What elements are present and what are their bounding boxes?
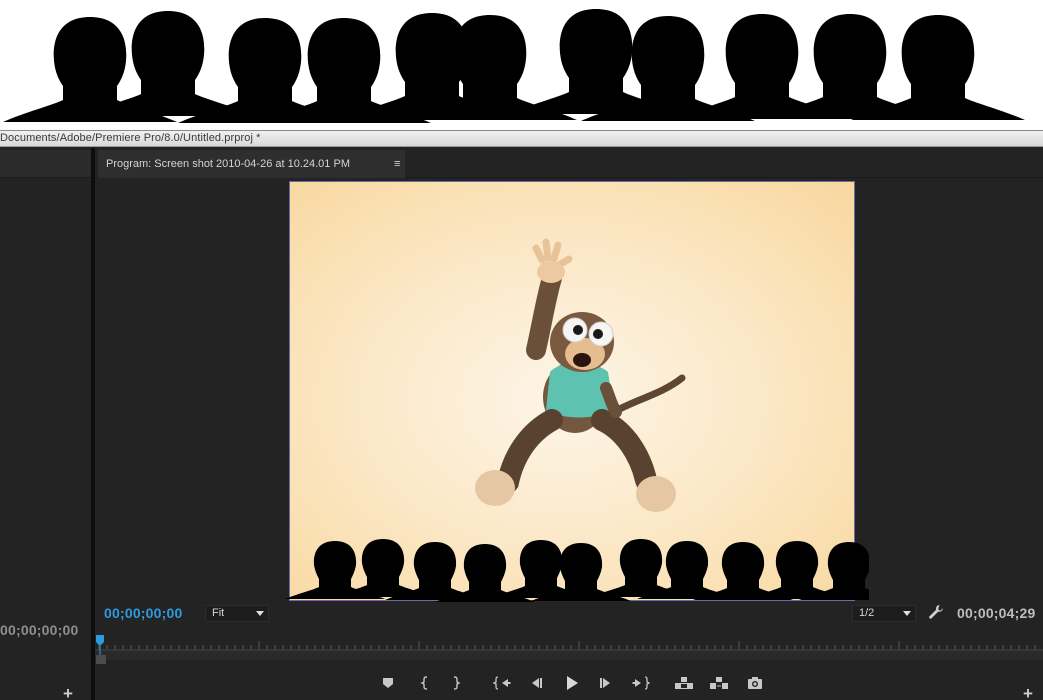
zoom-level-value: Fit — [212, 607, 225, 619]
window-title: Documents/Adobe/Premiere Pro/8.0/Untitle… — [0, 132, 261, 144]
program-tab-bar: Program: Screen shot 2010-04-26 at 10.24… — [95, 150, 1043, 178]
step-back-button[interactable] — [523, 668, 549, 698]
add-marker-icon — [383, 678, 393, 688]
playhead-handle[interactable] — [96, 635, 106, 671]
lift-button[interactable] — [671, 668, 697, 698]
tab-program-label: Program: Screen shot 2010-04-26 at 10.24… — [106, 158, 350, 170]
mark-out-icon — [453, 676, 461, 690]
step-back-icon — [532, 678, 542, 688]
source-add-button[interactable]: + — [63, 685, 73, 700]
source-timecode[interactable]: 00;00;00;00 — [0, 622, 78, 638]
export-frame-button[interactable] — [742, 668, 768, 698]
extract-button[interactable] — [706, 668, 732, 698]
source-panel[interactable]: 00;00;00;00 + — [0, 148, 91, 700]
mark-out-button[interactable] — [443, 668, 469, 698]
program-monitor: Program: Screen shot 2010-04-26 at 10.24… — [95, 148, 1043, 700]
go-to-in-icon — [493, 676, 511, 690]
add-marker-button[interactable] — [375, 668, 401, 698]
tab-program[interactable]: Program: Screen shot 2010-04-26 at 10.24… — [98, 150, 405, 178]
button-editor-add-button[interactable]: + — [1023, 685, 1033, 700]
program-duration-timecode: 00;00;04;29 — [957, 605, 1036, 621]
playback-resolution-select[interactable]: 1/2 — [852, 605, 916, 622]
step-forward-button[interactable] — [593, 668, 619, 698]
playback-resolution-value: 1/2 — [859, 607, 875, 619]
time-ruler[interactable] — [95, 632, 1043, 662]
go-to-in-button[interactable] — [489, 668, 515, 698]
premiere-window: Documents/Adobe/Premiere Pro/8.0/Untitle… — [0, 130, 1043, 700]
window-title-bar: Documents/Adobe/Premiere Pro/8.0/Untitle… — [0, 131, 1043, 147]
extract-icon — [710, 677, 728, 689]
transport-controls — [95, 668, 1043, 700]
chevron-down-icon — [256, 611, 264, 616]
wrench-icon[interactable] — [928, 604, 944, 620]
mark-in-button[interactable] — [412, 668, 438, 698]
mark-in-icon — [420, 676, 428, 690]
panel-menu-icon[interactable]: ≡ — [394, 150, 400, 178]
zoom-level-select[interactable]: Fit — [205, 605, 269, 622]
play-icon — [567, 676, 578, 690]
step-forward-icon — [600, 678, 610, 688]
audience-silhouette-foreground — [285, 539, 869, 602]
lift-icon — [675, 677, 693, 689]
program-current-timecode[interactable]: 00;00;00;00 — [104, 605, 182, 621]
go-to-out-button[interactable] — [628, 668, 654, 698]
play-button[interactable] — [559, 668, 585, 698]
source-panel-header[interactable] — [0, 150, 91, 178]
go-to-out-icon — [632, 676, 650, 690]
camera-icon — [748, 677, 762, 689]
chevron-down-icon — [903, 611, 911, 616]
audience-silhouette-banner — [0, 0, 1043, 130]
